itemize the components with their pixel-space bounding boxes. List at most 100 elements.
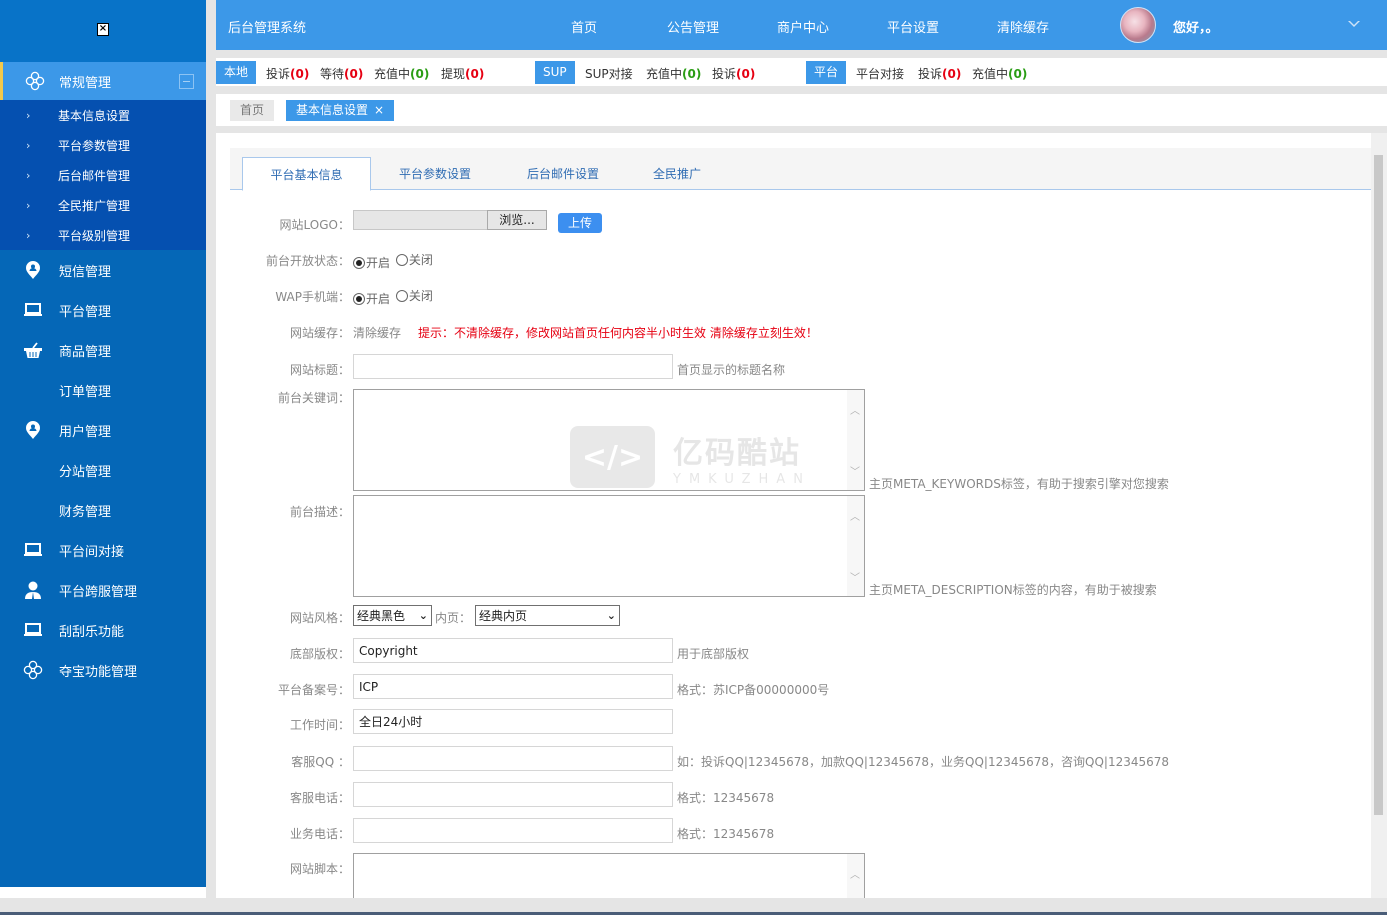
sidebar-subitem-basic-info[interactable]: › 基本信息设置: [0, 100, 206, 130]
icp-input[interactable]: [353, 674, 673, 699]
sidebar-item-treasure[interactable]: 夺宝功能管理: [0, 650, 206, 690]
local-waiting[interactable]: 等待(0): [320, 65, 363, 82]
site-title-input[interactable]: [353, 354, 673, 379]
page-scrollbar[interactable]: [1371, 133, 1387, 898]
qq-input[interactable]: [353, 746, 673, 771]
copyright-label: 底部版权：: [289, 647, 350, 661]
scroll-up-icon[interactable]: ︿: [850, 866, 860, 881]
clover-icon: [24, 71, 46, 91]
avatar[interactable]: [1120, 7, 1156, 43]
chevron-right-icon: ›: [26, 138, 31, 152]
sidebar-group-label: 常规管理: [59, 75, 112, 91]
chevron-right-icon: ›: [26, 108, 31, 122]
sidebar-subitem-params[interactable]: › 平台参数管理: [0, 130, 206, 160]
breadcrumb-current-tab[interactable]: 基本信息设置 ×: [286, 100, 395, 121]
chevron-right-icon: ›: [26, 168, 31, 182]
scroll-down-icon[interactable]: ﹀: [850, 463, 860, 478]
phone-input[interactable]: [353, 782, 673, 807]
collapse-icon[interactable]: [179, 74, 194, 89]
nav-platform-settings[interactable]: 平台设置: [887, 17, 939, 36]
laptop-icon: [22, 621, 44, 639]
tab-mail[interactable]: 后台邮件设置: [513, 157, 613, 191]
tab-params[interactable]: 平台参数设置: [385, 157, 485, 191]
sup-recharging[interactable]: 充值中(0): [646, 65, 701, 82]
inner-page-select[interactable]: 经典内页 ⌄: [475, 605, 620, 626]
phone-label: 客服电话：: [289, 791, 350, 805]
local-tag[interactable]: 本地: [216, 61, 257, 84]
wap-open-radio[interactable]: 开启: [353, 290, 390, 307]
platform-tag[interactable]: 平台: [806, 61, 847, 84]
description-hint: 主页META_DESCRIPTION标签的内容，有助于被搜索: [869, 583, 1157, 597]
close-icon[interactable]: ×: [374, 103, 384, 117]
sidebar-item-platform[interactable]: 平台管理: [0, 290, 206, 330]
scroll-down-icon[interactable]: ﹀: [850, 569, 860, 584]
tab-promotion[interactable]: 全民推广: [641, 157, 713, 191]
sidebar-subitem-levels[interactable]: › 平台级别管理: [0, 220, 206, 250]
sidebar-subitem-mail[interactable]: › 后台邮件管理: [0, 160, 206, 190]
local-withdraw[interactable]: 提现(0): [441, 65, 484, 82]
breadcrumb-home[interactable]: 首页: [230, 100, 275, 121]
worktime-input[interactable]: [353, 709, 673, 734]
main-content: 平台基本信息 平台参数设置 后台邮件设置 全民推广 网站LOGO： 浏览... …: [216, 133, 1371, 898]
nav-home[interactable]: 首页: [571, 17, 597, 36]
front-status-radio-group: 开启 关闭: [353, 251, 433, 271]
sup-tag[interactable]: SUP: [535, 61, 575, 84]
sup-complaints[interactable]: 投诉(0): [712, 65, 755, 82]
caret-down-icon[interactable]: [1348, 21, 1360, 27]
front-status-close-radio[interactable]: 关闭: [395, 251, 433, 268]
textarea-scrollbar[interactable]: ︿ ﹀: [847, 496, 864, 596]
sidebar-item-goods[interactable]: 商品管理: [0, 330, 206, 370]
sidebar-item-sms[interactable]: 短信管理: [0, 250, 206, 290]
sidebar-item-scratch[interactable]: 刮刮乐功能: [0, 610, 206, 650]
logo-file-input[interactable]: 浏览...: [353, 210, 547, 230]
cache-tip: 提示：不清除缓存，修改网站首页任何内容半小时生效 清除缓存立刻生效！: [418, 326, 818, 340]
tab-bar: 平台基本信息 平台参数设置 后台邮件设置 全民推广: [230, 148, 1371, 191]
wap-close-radio[interactable]: 关闭: [395, 287, 433, 304]
chevron-down-icon: ⌄: [418, 609, 428, 622]
clear-cache-link[interactable]: 清除缓存: [353, 324, 401, 341]
textarea-scrollbar[interactable]: ︿ ﹀: [847, 390, 864, 490]
local-recharging[interactable]: 充值中(0): [374, 65, 429, 82]
sidebar-item-orders[interactable]: 订单管理: [0, 370, 206, 410]
biz-phone-hint: 格式：12345678: [677, 827, 775, 841]
sidebar-item-cross-server[interactable]: 平台跨服管理: [0, 570, 206, 610]
front-status-label: 前台开放状态：: [265, 254, 350, 268]
browse-button[interactable]: 浏览...: [487, 210, 547, 230]
sidebar-item-users[interactable]: 用户管理: [0, 410, 206, 450]
biz-phone-input[interactable]: [353, 818, 673, 843]
sidebar-item-finance[interactable]: 财务管理: [0, 490, 206, 530]
platform-complaints[interactable]: 投诉(0): [918, 65, 961, 82]
front-status-open-radio[interactable]: 开启: [353, 254, 390, 271]
nav-announcements[interactable]: 公告管理: [667, 17, 719, 36]
copyright-input[interactable]: [353, 638, 673, 663]
breadcrumb: 首页 基本信息设置 ×: [216, 94, 1387, 126]
platform-recharging[interactable]: 充值中(0): [972, 65, 1027, 82]
sidebar-item-interconnect[interactable]: 平台间对接: [0, 530, 206, 570]
nav-merchant-center[interactable]: 商户中心: [777, 17, 829, 36]
description-textarea[interactable]: ︿ ﹀: [353, 495, 865, 597]
tab-basic-info[interactable]: 平台基本信息: [242, 157, 371, 191]
broken-image-icon: ×: [97, 22, 109, 36]
textarea-scrollbar[interactable]: ︿: [847, 854, 864, 898]
qq-label: 客服QQ ：: [291, 755, 350, 769]
scroll-up-icon[interactable]: ︿: [850, 508, 860, 523]
user-icon: [22, 581, 44, 599]
sup-connect[interactable]: SUP对接: [585, 65, 633, 82]
upload-button[interactable]: 上传: [558, 213, 602, 233]
chevron-down-icon: ⌄: [606, 609, 616, 622]
platform-connect[interactable]: 平台对接: [856, 65, 904, 82]
nav-clear-cache[interactable]: 清除缓存: [997, 17, 1049, 36]
sidebar-subitem-promotion[interactable]: › 全民推广管理: [0, 190, 206, 220]
scroll-up-icon[interactable]: ︿: [850, 402, 860, 417]
code-icon: </>: [570, 426, 655, 488]
site-title-hint: 首页显示的标题名称: [677, 363, 786, 377]
copyright-hint: 用于底部版权: [677, 647, 750, 661]
script-textarea[interactable]: ︿: [353, 853, 865, 898]
local-complaints[interactable]: 投诉(0): [266, 65, 309, 82]
style-select[interactable]: 经典黑色 ⌄: [353, 605, 432, 626]
map-pin-user-icon: [22, 421, 44, 439]
sidebar-item-substations[interactable]: 分站管理: [0, 450, 206, 490]
scrollbar-thumb[interactable]: [1374, 155, 1383, 815]
user-greeting[interactable]: 您好，。: [1173, 17, 1219, 36]
sidebar-group-general[interactable]: 常规管理: [0, 62, 206, 100]
